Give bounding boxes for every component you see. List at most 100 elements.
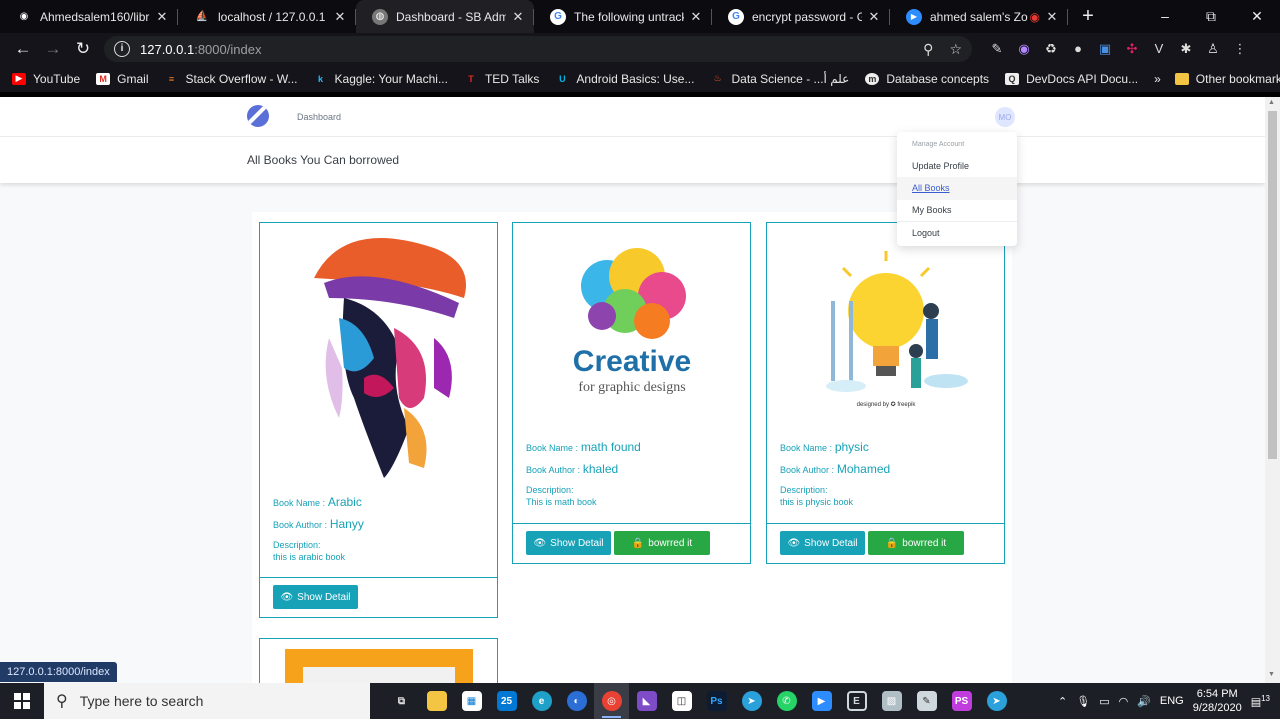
profile-icon[interactable]: ♙: [1206, 41, 1220, 57]
tab-close-icon[interactable]: ✕: [1044, 9, 1060, 25]
page-scrollbar[interactable]: ▲ ▼: [1265, 97, 1280, 683]
dropdown-update-profile[interactable]: Update Profile: [912, 161, 969, 171]
browser-tab[interactable]: ◉ Ahmedsalem160/library ✕: [0, 0, 178, 33]
telegram-icon[interactable]: ➤: [734, 683, 769, 719]
dropdown-logout[interactable]: Logout: [912, 228, 940, 238]
photos-icon[interactable]: ▨: [874, 683, 909, 719]
scrollbar-thumb[interactable]: [1268, 111, 1277, 459]
recycle-extension-icon[interactable]: ♻: [1044, 41, 1058, 57]
book-cover-image: [285, 649, 473, 683]
tab-close-icon[interactable]: ✕: [866, 9, 882, 25]
browser-tab[interactable]: ◍ Dashboard - SB Admin ✕: [356, 0, 534, 33]
mail-icon[interactable]: 25: [489, 683, 524, 719]
forward-icon[interactable]: →: [38, 39, 68, 59]
avatar[interactable]: MO: [995, 107, 1015, 127]
dropdown-all-books[interactable]: All Books: [912, 183, 950, 193]
menu-kebab-icon[interactable]: ⋮: [1233, 41, 1247, 57]
browser-tab[interactable]: G The following untracked ✕: [534, 0, 712, 33]
microphone-icon[interactable]: 🎙: [1076, 695, 1090, 708]
volume-icon[interactable]: 🔊: [1137, 695, 1151, 708]
firefox-icon[interactable]: ◐: [559, 683, 594, 719]
new-tab-icon[interactable]: +: [1074, 5, 1102, 28]
clock[interactable]: 6:54 PM 9/28/2020: [1193, 687, 1242, 715]
notifications-icon[interactable]: ▤13: [1251, 694, 1270, 709]
telegram-desktop-icon[interactable]: ➤: [979, 683, 1014, 719]
zoom-search-icon[interactable]: ⚲: [923, 41, 933, 58]
borrow-button[interactable]: 🔒 bowrred it: [868, 531, 964, 555]
app-e-icon[interactable]: E: [839, 683, 874, 719]
language-indicator[interactable]: ENG: [1160, 695, 1184, 707]
book-name: math found: [580, 440, 641, 454]
tab-close-icon[interactable]: ✕: [688, 9, 704, 25]
task-view-icon[interactable]: ⧉: [384, 683, 419, 719]
folder-icon: [1174, 72, 1189, 85]
battery-icon[interactable]: ▭: [1099, 695, 1109, 708]
edge-icon[interactable]: e: [524, 683, 559, 719]
other-bookmarks[interactable]: Other bookmarks: [1174, 72, 1280, 86]
tab-close-icon[interactable]: ✕: [332, 9, 348, 25]
chrome-icon[interactable]: ◎: [594, 683, 629, 719]
sublime-icon[interactable]: ◫: [664, 683, 699, 719]
bookmark-item[interactable]: m Database concepts: [865, 72, 989, 86]
bookmark-star-icon[interactable]: ☆: [949, 41, 962, 58]
dots-extension-icon[interactable]: ✣: [1125, 41, 1139, 57]
bookmark-item[interactable]: U Android Basics: Use...: [555, 72, 694, 86]
visual-studio-icon[interactable]: ◣: [629, 683, 664, 719]
pen-extension-icon[interactable]: ✎: [990, 41, 1004, 57]
scroll-down-icon[interactable]: ▼: [1268, 671, 1275, 678]
scroll-up-icon[interactable]: ▲: [1268, 99, 1275, 106]
address-bar[interactable]: i 127.0.0.1 :8000/index ⚲ ☆: [104, 36, 972, 62]
zoom-icon[interactable]: ▶: [804, 683, 839, 719]
bookmark-item[interactable]: ▶ YouTube: [12, 72, 80, 86]
show-hidden-icons-icon[interactable]: ⌃: [1058, 695, 1067, 708]
browser-tab[interactable]: ⛵ localhost / 127.0.0.1 / li ✕: [178, 0, 356, 33]
card-footer: 👁 Show Detail: [260, 577, 497, 617]
coursera-icon: m: [865, 72, 880, 85]
borrow-label: bowrred it: [902, 537, 947, 549]
radio-extension-icon[interactable]: ◉: [1017, 41, 1031, 57]
site-info-icon[interactable]: i: [114, 41, 130, 57]
bookmark-item[interactable]: ≡ Stack Overflow - W...: [165, 72, 298, 86]
brand-logo-icon[interactable]: [247, 105, 269, 127]
browser-tab[interactable]: G encrypt password - Goo ✕: [712, 0, 890, 33]
book-name: Arabic: [327, 495, 362, 509]
bookmark-item[interactable]: Q DevDocs API Docu...: [1005, 72, 1138, 86]
show-detail-button[interactable]: 👁 Show Detail: [526, 531, 611, 555]
maximize-icon[interactable]: ⧉: [1188, 8, 1234, 25]
bookmark-item[interactable]: ♨ Data Science - ...علم أ: [710, 72, 849, 86]
nav-dashboard-link[interactable]: Dashboard: [297, 112, 341, 122]
circle-extension-icon[interactable]: ●: [1071, 41, 1085, 57]
camera-extension-icon[interactable]: ▣: [1098, 41, 1112, 57]
puzzle-extension-icon[interactable]: ✱: [1179, 41, 1193, 57]
file-explorer-icon[interactable]: [419, 683, 454, 719]
phpstorm-icon[interactable]: PS: [944, 683, 979, 719]
reload-icon[interactable]: ↻: [68, 39, 98, 59]
dropdown-divider: [897, 221, 1017, 222]
show-detail-button[interactable]: 👁 Show Detail: [273, 585, 358, 609]
tab-close-icon[interactable]: ✕: [510, 9, 526, 25]
bookmark-label: Data Science - ...علم أ: [731, 71, 850, 86]
eye-icon: 👁: [533, 537, 547, 549]
phpmyadmin-icon: ⛵: [195, 11, 209, 22]
bookmark-item[interactable]: T TED Talks: [464, 72, 539, 86]
show-detail-button[interactable]: 👁 Show Detail: [780, 531, 865, 555]
close-window-icon[interactable]: ✕: [1234, 8, 1280, 25]
bookmark-item[interactable]: k Kaggle: Your Machi...: [314, 72, 448, 86]
chevron-more-icon[interactable]: »: [1154, 72, 1161, 86]
photoshop-icon[interactable]: Ps: [699, 683, 734, 719]
browser-tab[interactable]: ▶ ahmed salem's Zoo ◉ ✕: [890, 0, 1068, 33]
whatsapp-icon[interactable]: ✆: [769, 683, 804, 719]
store-icon[interactable]: ▦: [454, 683, 489, 719]
dropdown-my-books[interactable]: My Books: [912, 205, 952, 215]
vue-extension-icon[interactable]: V: [1152, 41, 1166, 57]
borrow-button[interactable]: 🔒 bowrred it: [614, 531, 710, 555]
tab-close-icon[interactable]: ✕: [154, 9, 170, 25]
back-icon[interactable]: ←: [8, 39, 38, 59]
bookmark-item[interactable]: M Gmail: [96, 72, 149, 86]
notes-icon[interactable]: ✎: [909, 683, 944, 719]
wifi-icon[interactable]: ◠: [1119, 695, 1129, 708]
zoom-icon: ▶: [906, 8, 922, 25]
minimize-icon[interactable]: –: [1142, 8, 1188, 25]
start-button[interactable]: [0, 683, 44, 719]
taskbar-search[interactable]: ⚲ Type here to search: [44, 683, 370, 719]
